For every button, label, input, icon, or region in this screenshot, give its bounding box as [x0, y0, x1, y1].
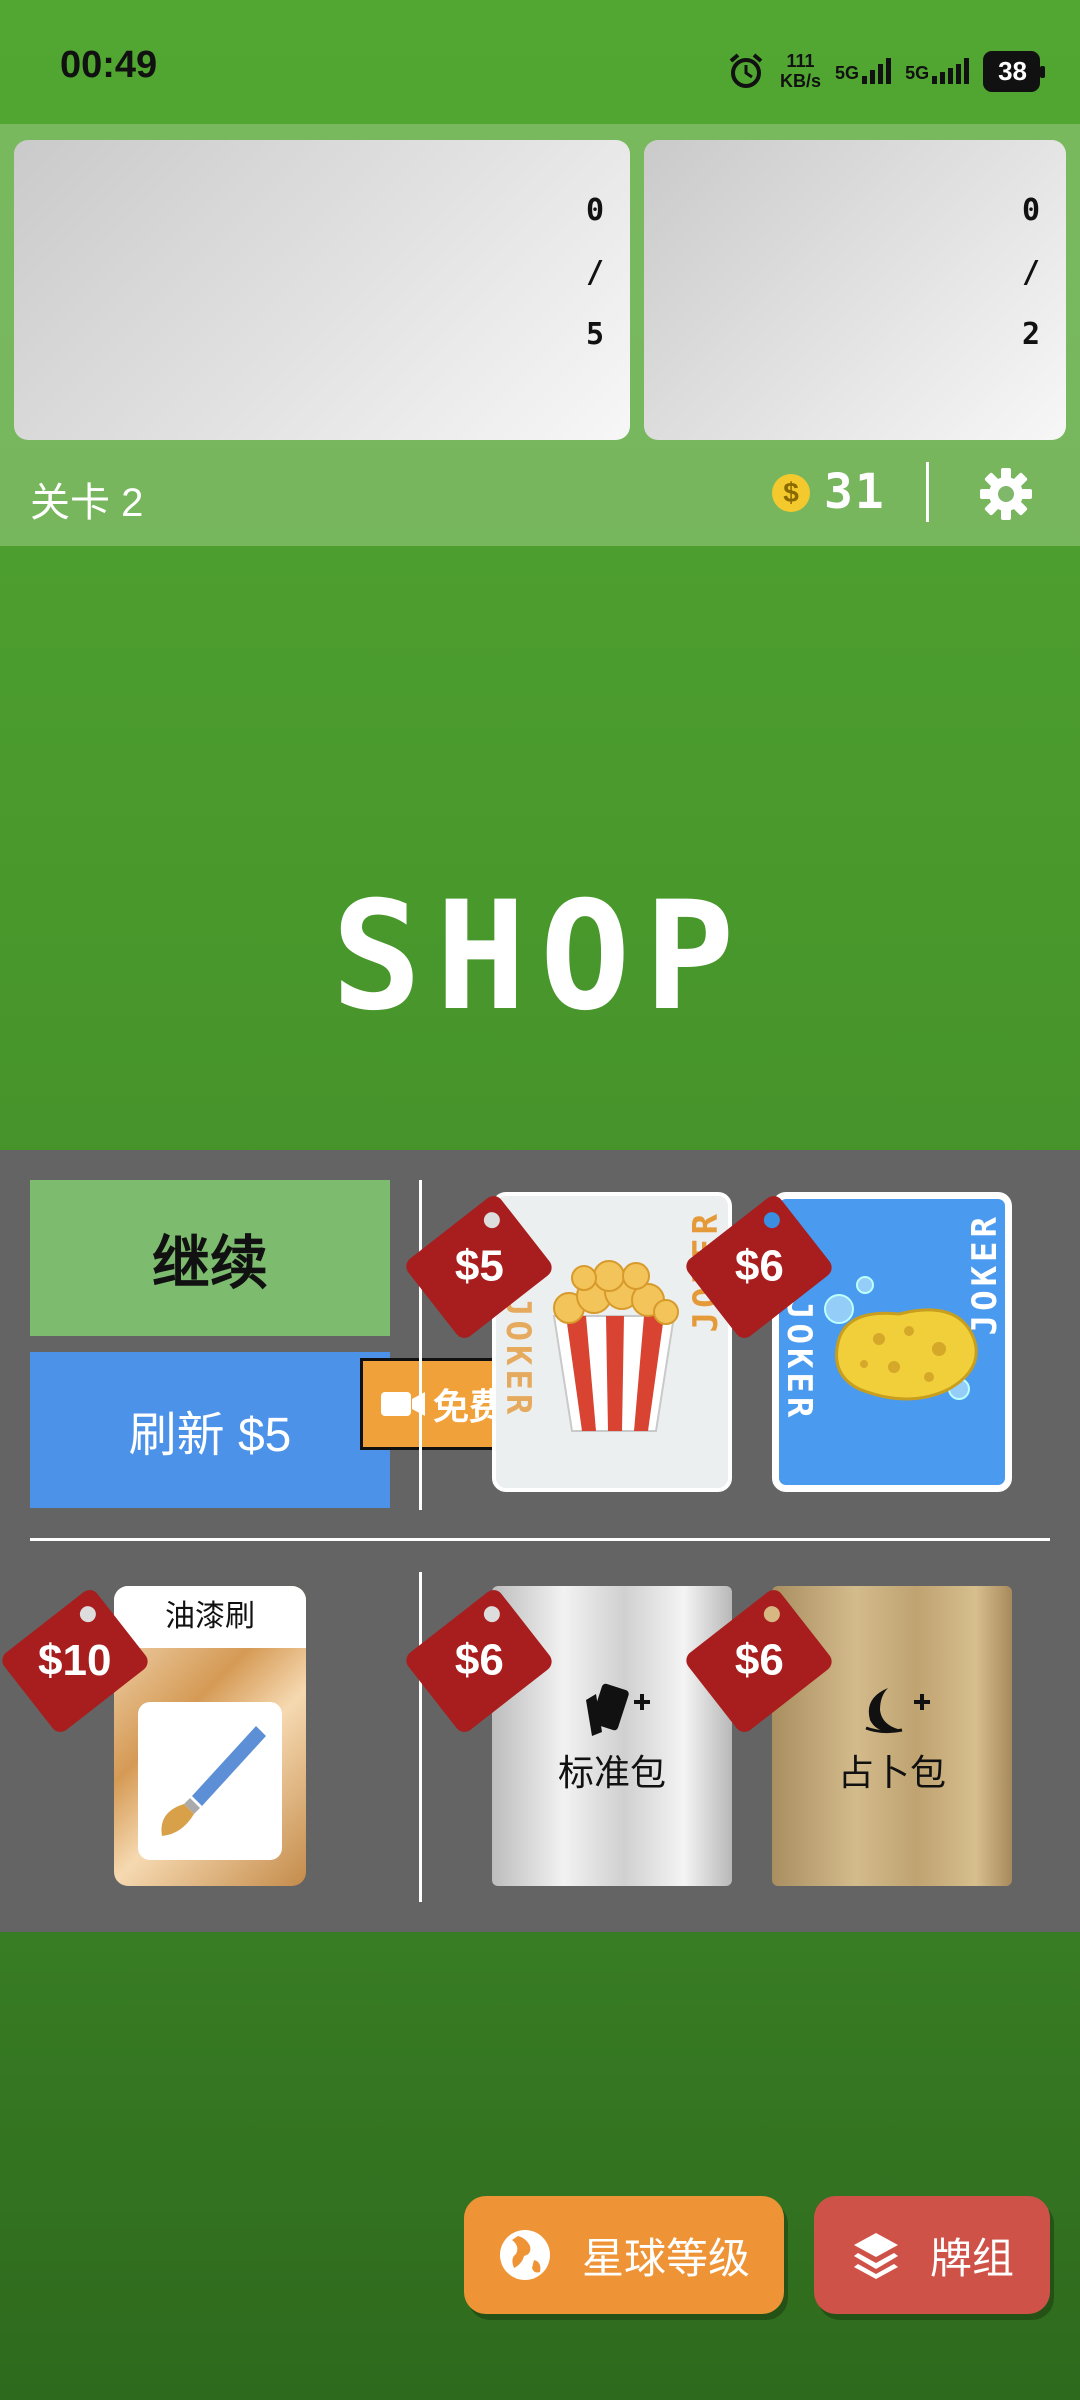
layers-icon	[853, 2233, 898, 2279]
voucher-card-paintbrush[interactable]: 油漆刷	[114, 1586, 306, 1886]
coin-icon: $	[772, 474, 810, 512]
pack-label: 占卜包	[837, 1752, 946, 1793]
status-time: 00:49	[60, 44, 158, 86]
deck-label: 牌组	[929, 2234, 1014, 2282]
score-card-right: 0 / 2	[644, 140, 1066, 440]
price-value: $6	[454, 1636, 504, 1686]
shop-divider-vertical	[419, 1180, 422, 1510]
signal-bars-icon	[932, 58, 970, 84]
coin-count: 31	[824, 464, 886, 520]
price-value: $10	[38, 1636, 112, 1686]
planet-level-button[interactable]: 星球等级	[464, 2196, 784, 2314]
alarm-icon	[729, 53, 763, 88]
price-value: $5	[454, 1242, 504, 1292]
sponge-icon	[824, 1276, 978, 1401]
pack-label: 标准包	[557, 1752, 666, 1793]
voucher-image-frame	[138, 1702, 282, 1860]
planet-level-label: 星球等级	[581, 2234, 750, 2282]
score-target: 2	[1021, 317, 1041, 352]
score-slash: /	[585, 255, 605, 290]
level-label: 关卡 2	[30, 481, 144, 525]
score-target: 5	[585, 317, 605, 352]
refresh-button[interactable]: 刷新 $5	[30, 1352, 390, 1508]
battery-indicator: 38	[983, 50, 1045, 92]
deck-button[interactable]: 牌组	[814, 2196, 1050, 2314]
network-type-1: 5G	[835, 63, 860, 83]
signal-2: 5G	[905, 58, 970, 84]
shop-title: SHOP	[331, 870, 749, 1044]
continue-button[interactable]: 继续	[30, 1180, 390, 1336]
price-value: $6	[734, 1636, 784, 1686]
status-icons: 111 KB/s 5G 5G 38	[726, 48, 1045, 94]
score-card-left: 0 / 5	[14, 140, 630, 440]
voucher-label: 油漆刷	[165, 1600, 255, 1633]
gear-icon[interactable]	[978, 466, 1034, 522]
globe-icon	[499, 2230, 550, 2280]
score-slash: /	[1021, 255, 1041, 290]
price-value: $6	[734, 1242, 784, 1292]
score-counter-right: 0 / 2	[1016, 180, 1046, 366]
joker-side-text: JOKER	[498, 1296, 538, 1419]
speed-unit: KB/s	[780, 71, 822, 91]
paintbrush-icon	[161, 1726, 266, 1836]
speed-value: 111	[786, 51, 815, 71]
network-speed: 111 KB/s	[780, 51, 821, 91]
popcorn-icon	[552, 1260, 679, 1432]
signal-1: 5G	[835, 58, 892, 84]
shop-divider-vertical	[419, 1572, 422, 1902]
network-type-2: 5G	[905, 63, 930, 83]
score-counter-left: 0 / 5	[580, 180, 610, 366]
moon-plus-icon	[865, 1688, 930, 1734]
score-current: 0	[1021, 193, 1041, 228]
signal-bars-icon	[862, 58, 892, 84]
shop-divider-horizontal	[30, 1538, 1050, 1541]
header-divider	[926, 462, 929, 522]
cards-plus-icon	[586, 1683, 650, 1736]
score-current: 0	[585, 193, 605, 228]
